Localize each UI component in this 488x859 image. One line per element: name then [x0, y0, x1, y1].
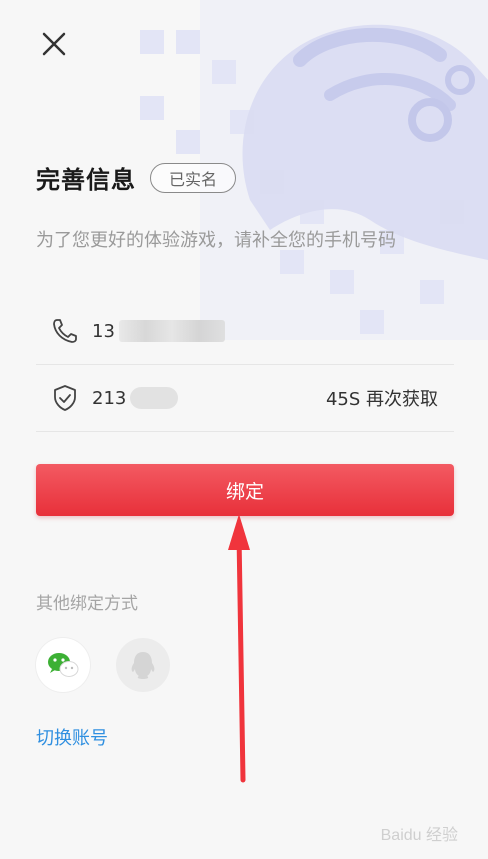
bind-button[interactable]: 绑定	[36, 464, 454, 516]
wechat-icon	[48, 653, 79, 677]
phone-icon	[53, 319, 77, 343]
redaction-mask	[130, 387, 179, 409]
close-icon	[42, 32, 66, 56]
phone-field[interactable]: 13	[36, 298, 454, 365]
wechat-bind-button[interactable]	[36, 638, 90, 692]
verification-code-field[interactable]: 213 45S 再次获取	[36, 365, 454, 432]
shield-icon	[54, 385, 76, 411]
page-title: 完善信息	[36, 166, 136, 194]
title-row: 完善信息 已实名	[36, 160, 237, 195]
watermark: Baidu 经验	[380, 827, 458, 844]
redaction-mask	[118, 320, 225, 342]
subtitle: 为了您更好的体验游戏，请补全您的手机号码	[36, 230, 396, 251]
qq-icon	[131, 652, 155, 679]
code-input-value[interactable]: 213	[92, 388, 126, 409]
resend-code-button[interactable]: 45S 再次获取	[326, 385, 438, 411]
phone-input-value[interactable]: 13	[92, 321, 115, 342]
switch-account-link[interactable]: 切换账号	[36, 724, 108, 750]
qq-bind-button[interactable]	[116, 638, 170, 692]
verified-badge: 已实名	[150, 162, 237, 193]
other-methods-label: 其他绑定方式	[36, 594, 138, 614]
close-button[interactable]	[36, 26, 72, 62]
